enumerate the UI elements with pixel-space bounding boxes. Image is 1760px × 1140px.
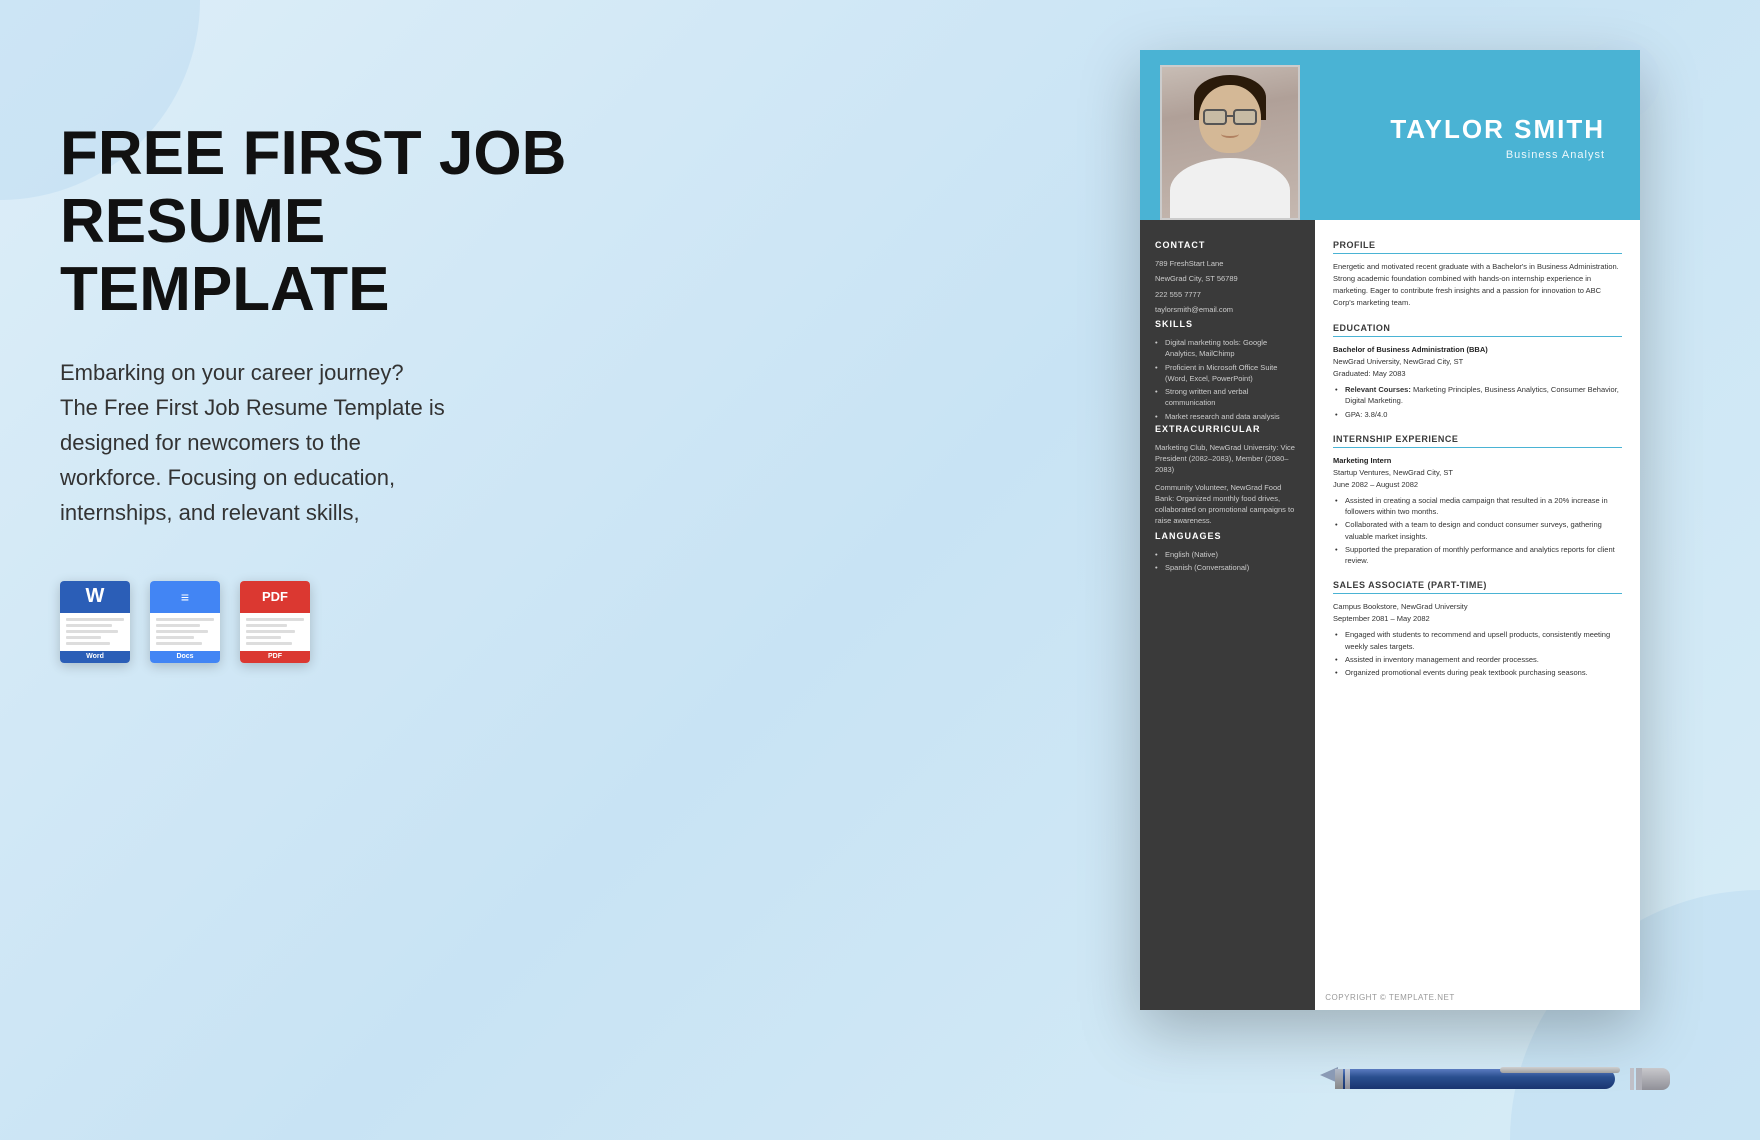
internship-section: INTERNSHIP EXPERIENCE Marketing Intern S… (1333, 434, 1622, 567)
sales-bullet-1: Engaged with students to recommend and u… (1333, 629, 1622, 652)
docs-format-icon[interactable]: ≡ Docs (150, 581, 220, 663)
profile-text: Energetic and motivated recent graduate … (1333, 261, 1622, 309)
education-degree: Bachelor of Business Administration (BBA… (1333, 344, 1622, 356)
education-section-title: EDUCATION (1333, 323, 1622, 337)
pen-decoration (1320, 1045, 1670, 1095)
resume-right-column: PROFILE Energetic and motivated recent g… (1315, 220, 1640, 1010)
resume-photo (1160, 65, 1300, 220)
docs-icon-symbol: ≡ (181, 589, 189, 605)
main-title: FREE FIRST JOBRESUME TEMPLATE (60, 120, 600, 325)
education-courses: Relevant Courses: Marketing Principles, … (1333, 384, 1622, 407)
contact-phone: 222 555 7777 (1155, 289, 1300, 300)
internship-company: Startup Ventures, NewGrad City, ST (1333, 467, 1622, 479)
education-university: NewGrad University, NewGrad City, ST (1333, 356, 1622, 368)
language-item-2: Spanish (Conversational) (1155, 562, 1300, 573)
sales-bullet-3: Organized promotional events during peak… (1333, 667, 1622, 678)
profile-section: PROFILE Energetic and motivated recent g… (1333, 240, 1622, 309)
contact-section-title: CONTACT (1155, 240, 1300, 250)
resume-body: CONTACT 789 FreshStart Lane NewGrad City… (1140, 220, 1640, 1010)
contact-section: CONTACT 789 FreshStart Lane NewGrad City… (1155, 240, 1300, 315)
extracurricular-section-title: EXTRACURRICULAR (1155, 424, 1300, 434)
resume-document: TAYLOR SMITH Business Analyst CONTACT 78… (1140, 50, 1640, 1010)
word-format-icon[interactable]: W Word (60, 581, 130, 663)
languages-section: LANGUAGES English (Native) Spanish (Conv… (1155, 531, 1300, 574)
language-item-1: English (Native) (1155, 549, 1300, 560)
profile-section-title: PROFILE (1333, 240, 1622, 254)
skill-item-4: Market research and data analysis (1155, 411, 1300, 422)
education-graduated: Graduated: May 2083 (1333, 368, 1622, 380)
skill-item-1: Digital marketing tools: Google Analytic… (1155, 337, 1300, 360)
contact-email: taylorsmith@email.com (1155, 304, 1300, 315)
extracurricular-item-1: Marketing Club, NewGrad University: Vice… (1155, 442, 1300, 476)
resume-name-block: TAYLOR SMITH Business Analyst (1390, 114, 1615, 161)
internship-bullet-3: Supported the preparation of monthly per… (1333, 544, 1622, 567)
internship-section-title: INTERNSHIP EXPERIENCE (1333, 434, 1622, 448)
skills-section-title: SKILLS (1155, 319, 1300, 329)
internship-dates: June 2082 – August 2082 (1333, 479, 1622, 491)
skill-item-2: Proficient in Microsoft Office Suite (Wo… (1155, 362, 1300, 385)
sales-bullet-2: Assisted in inventory management and reo… (1333, 654, 1622, 665)
copyright-text: COPYRIGHT © TEMPLATE.NET (1325, 993, 1454, 1002)
resume-left-column: CONTACT 789 FreshStart Lane NewGrad City… (1140, 220, 1315, 1010)
internship-job-title: Marketing Intern (1333, 455, 1622, 467)
extracurricular-item-2: Community Volunteer, NewGrad Food Bank: … (1155, 482, 1300, 527)
sales-dates: September 2081 – May 2082 (1333, 613, 1622, 625)
contact-address: 789 FreshStart Lane (1155, 258, 1300, 269)
extracurricular-section: EXTRACURRICULAR Marketing Club, NewGrad … (1155, 424, 1300, 527)
candidate-name: TAYLOR SMITH (1390, 114, 1605, 145)
internship-bullet-1: Assisted in creating a social media camp… (1333, 495, 1622, 518)
pdf-format-icon[interactable]: PDF PDF (240, 581, 310, 663)
sales-section-title: Sales Associate (Part-time) (1333, 580, 1622, 594)
candidate-title: Business Analyst (1390, 149, 1605, 161)
education-section: EDUCATION Bachelor of Business Administr… (1333, 323, 1622, 420)
sales-section: Sales Associate (Part-time) Campus Books… (1333, 580, 1622, 678)
resume-footer: COPYRIGHT © TEMPLATE.NET (1140, 993, 1640, 1002)
contact-city: NewGrad City, ST 56789 (1155, 273, 1300, 284)
education-gpa: GPA: 3.8/4.0 (1333, 409, 1622, 420)
pdf-icon-letter: PDF (262, 589, 288, 604)
sales-company: Campus Bookstore, NewGrad University (1333, 601, 1622, 613)
pdf-label: PDF (268, 653, 282, 660)
internship-bullet-2: Collaborated with a team to design and c… (1333, 519, 1622, 542)
docs-label: Docs (176, 653, 193, 660)
word-icon-letter: W (86, 585, 105, 608)
languages-section-title: LANGUAGES (1155, 531, 1300, 541)
resume-header: TAYLOR SMITH Business Analyst (1140, 50, 1640, 220)
skill-item-3: Strong written and verbal communication (1155, 386, 1300, 409)
word-label: Word (86, 653, 104, 660)
left-panel: FREE FIRST JOBRESUME TEMPLATE Embarking … (60, 120, 600, 663)
skills-section: SKILLS Digital marketing tools: Google A… (1155, 319, 1300, 422)
description: Embarking on your career journey?The Fre… (60, 355, 560, 531)
format-icons-group: W Word ≡ (60, 581, 600, 663)
